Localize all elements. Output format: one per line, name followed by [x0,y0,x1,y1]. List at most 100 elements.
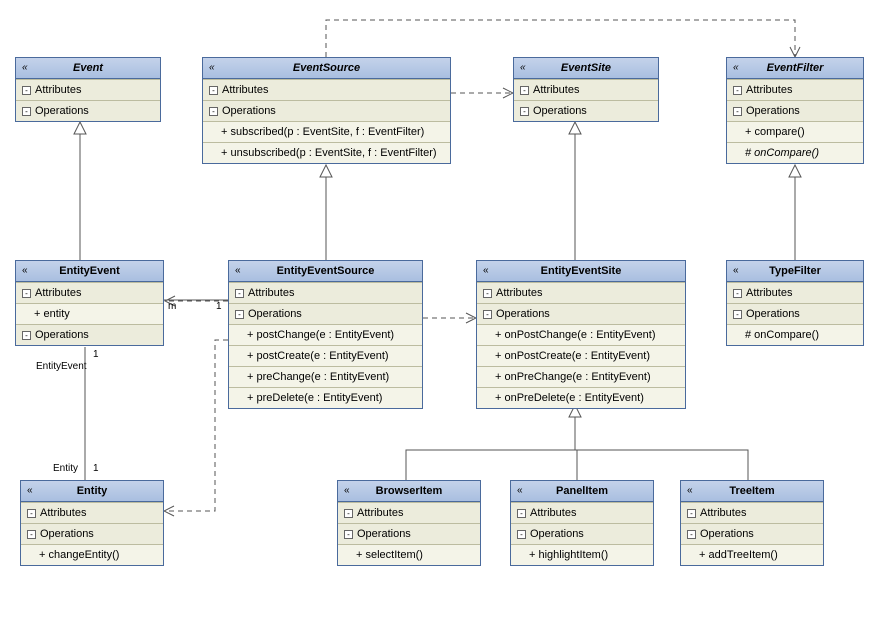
attributes-header[interactable]: - Attributes [511,502,653,523]
class-entityeventsite[interactable]: « EntityEventSite - Attributes - Operati… [476,260,686,409]
operations-header[interactable]: - Operations [338,523,480,544]
chevrons-icon: « [520,62,526,73]
operation-row: + compare() [727,121,863,142]
collapse-icon[interactable]: - [733,289,742,298]
class-eventsite-title: « EventSite [514,58,658,79]
collapse-icon[interactable]: - [209,86,218,95]
collapse-icon[interactable]: - [27,530,36,539]
chevrons-icon: « [517,485,523,496]
chevrons-icon: « [22,265,28,276]
operations-header[interactable]: - Operations [16,324,163,345]
chevrons-icon: « [344,485,350,496]
class-entityevent-title: « EntityEvent [16,261,163,282]
collapse-icon[interactable]: - [344,509,353,518]
collapse-icon[interactable]: - [22,107,31,116]
attributes-header[interactable]: - Attributes [229,282,422,303]
chevrons-icon: « [483,265,489,276]
class-entityevent[interactable]: « EntityEvent - Attributes + entity - Op… [15,260,164,346]
attribute-row: + entity [16,303,163,324]
collapse-icon[interactable]: - [687,530,696,539]
class-eventsite[interactable]: « EventSite - Attributes - Operations [513,57,659,122]
class-eventfilter[interactable]: « EventFilter - Attributes - Operations … [726,57,864,164]
collapse-icon[interactable]: - [520,86,529,95]
class-browseritem-title: « BrowserItem [338,481,480,502]
operations-header[interactable]: - Operations [727,100,863,121]
operation-row: + postChange(e : EntityEvent) [229,324,422,345]
class-panelitem[interactable]: « PanelItem - Attributes - Operations + … [510,480,654,566]
attributes-header[interactable]: - Attributes [727,79,863,100]
attributes-header[interactable]: - Attributes [16,79,160,100]
class-treeitem-title: « TreeItem [681,481,823,502]
collapse-icon[interactable]: - [733,86,742,95]
assoc-label-entityevent-1: 1 [93,349,99,360]
attributes-header[interactable]: - Attributes [681,502,823,523]
collapse-icon[interactable]: - [483,310,492,319]
operation-row: + subscribed(p : EventSite, f : EventFil… [203,121,450,142]
class-entityeventsite-title: « EntityEventSite [477,261,685,282]
operation-row: + onPreDelete(e : EntityEvent) [477,387,685,408]
class-browseritem[interactable]: « BrowserItem - Attributes - Operations … [337,480,481,566]
operations-header[interactable]: - Operations [16,100,160,121]
class-event-title: « Event [16,58,160,79]
collapse-icon[interactable]: - [733,310,742,319]
chevrons-icon: « [22,62,28,73]
class-entityeventsource[interactable]: « EntityEventSource - Attributes - Opera… [228,260,423,409]
operations-header[interactable]: - Operations [21,523,163,544]
attributes-header[interactable]: - Attributes [514,79,658,100]
operation-row: # onCompare() [727,142,863,163]
class-event[interactable]: « Event - Attributes - Operations [15,57,161,122]
class-entityeventsource-title: « EntityEventSource [229,261,422,282]
collapse-icon[interactable]: - [22,86,31,95]
assoc-label-ees-1: 1 [216,301,222,312]
class-typefilter[interactable]: « TypeFilter - Attributes - Operations #… [726,260,864,346]
class-eventfilter-title: « EventFilter [727,58,863,79]
operations-header[interactable]: - Operations [511,523,653,544]
class-panelitem-title: « PanelItem [511,481,653,502]
assoc-label-entity-role: Entity [53,463,78,474]
collapse-icon[interactable]: - [687,509,696,518]
attributes-header[interactable]: - Attributes [203,79,450,100]
attributes-header[interactable]: - Attributes [338,502,480,523]
chevrons-icon: « [733,265,739,276]
operation-row: + changeEntity() [21,544,163,565]
attributes-header[interactable]: - Attributes [21,502,163,523]
collapse-icon[interactable]: - [520,107,529,116]
attributes-header[interactable]: - Attributes [727,282,863,303]
operation-row: + onPreChange(e : EntityEvent) [477,366,685,387]
collapse-icon[interactable]: - [517,530,526,539]
diagram-canvas: EventSite (dashed dep) --> EventFilter (… [0,0,879,621]
chevrons-icon: « [733,62,739,73]
attributes-header[interactable]: - Attributes [477,282,685,303]
assoc-label-entity-1: 1 [93,463,99,474]
collapse-icon[interactable]: - [517,509,526,518]
attributes-header[interactable]: - Attributes [16,282,163,303]
operation-row: + postCreate(e : EntityEvent) [229,345,422,366]
operation-row: + onPostChange(e : EntityEvent) [477,324,685,345]
class-entity[interactable]: « Entity - Attributes - Operations + cha… [20,480,164,566]
operations-header[interactable]: - Operations [514,100,658,121]
collapse-icon[interactable]: - [483,289,492,298]
operation-row: + unsubscribed(p : EventSite, f : EventF… [203,142,450,163]
collapse-icon[interactable]: - [27,509,36,518]
collapse-icon[interactable]: - [235,310,244,319]
chevrons-icon: « [687,485,693,496]
chevrons-icon: « [235,265,241,276]
operations-header[interactable]: - Operations [477,303,685,324]
operation-row: + selectItem() [338,544,480,565]
operations-header[interactable]: - Operations [203,100,450,121]
collapse-icon[interactable]: - [344,530,353,539]
collapse-icon[interactable]: - [209,107,218,116]
operations-header[interactable]: - Operations [727,303,863,324]
operation-row: + preChange(e : EntityEvent) [229,366,422,387]
assoc-label-entityevent-role: EntityEvent [36,361,87,372]
collapse-icon[interactable]: - [22,289,31,298]
collapse-icon[interactable]: - [22,331,31,340]
chevrons-icon: « [209,62,215,73]
collapse-icon[interactable]: - [733,107,742,116]
operations-header[interactable]: - Operations [229,303,422,324]
class-eventsource[interactable]: « EventSource - Attributes - Operations … [202,57,451,164]
operation-row: + preDelete(e : EntityEvent) [229,387,422,408]
operations-header[interactable]: - Operations [681,523,823,544]
class-treeitem[interactable]: « TreeItem - Attributes - Operations + a… [680,480,824,566]
collapse-icon[interactable]: - [235,289,244,298]
